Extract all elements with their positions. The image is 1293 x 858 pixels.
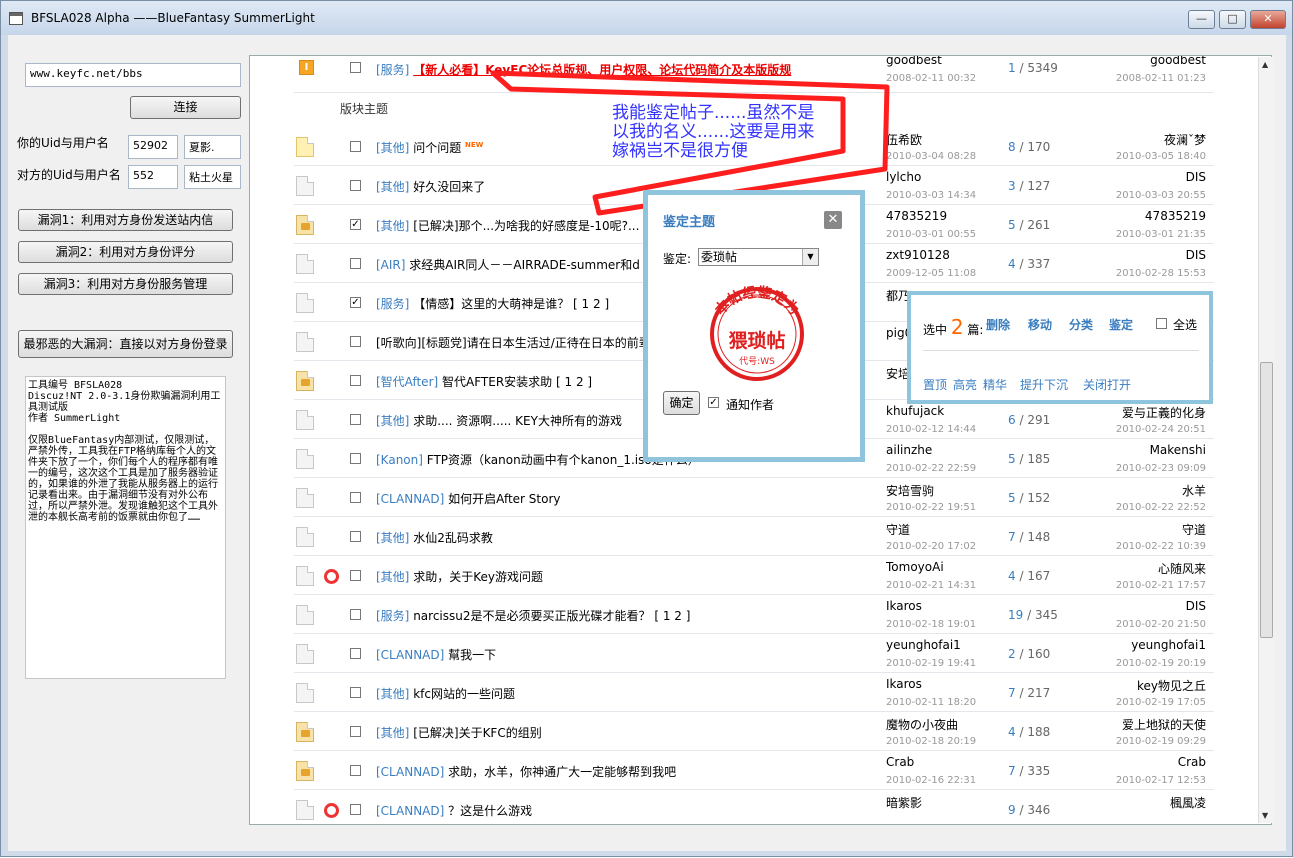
classify-link[interactable]: 分类: [1069, 316, 1093, 333]
close-open-link[interactable]: 关闭打开: [1083, 376, 1131, 393]
pin-link[interactable]: 置顶: [923, 376, 947, 393]
identify-seal-image: 本帖经鉴定为 猥琐帖 代号:WS: [710, 283, 804, 381]
dialog-close-icon[interactable]: ✕: [824, 211, 842, 229]
seal-main-text: 猥琐帖: [728, 329, 785, 352]
annotation-text: 我能鉴定帖子......虽然不是 以我的名义......这要是用来 嫁祸岂不是很…: [612, 104, 814, 161]
selected-prefix: 选中: [923, 323, 948, 337]
identify-link[interactable]: 鉴定: [1109, 316, 1133, 333]
seal-code-text: 代号:WS: [739, 356, 775, 367]
selected-suffix: 篇:: [967, 323, 984, 337]
notify-checkbox[interactable]: ✓: [708, 397, 719, 408]
bump-link[interactable]: 提升下沉: [1020, 376, 1068, 393]
highlight-link[interactable]: 高亮: [953, 376, 977, 393]
select-all-label: 全选: [1173, 318, 1198, 332]
select-all-checkbox[interactable]: [1156, 318, 1167, 329]
identify-label: 鉴定:: [663, 252, 692, 266]
moderation-panel: 选中 2 篇: 删除 移动 分类 鉴定 全选 置顶 高亮 精华 提升下沉 关闭打…: [907, 291, 1213, 404]
selected-count: 选中 2 篇:: [923, 315, 983, 339]
identify-dialog: 鉴定主题 ✕ 鉴定: 委琐帖 ▼ 本帖经鉴定为 猥琐帖 代号:WS 确定 ✓ 通知…: [643, 190, 865, 462]
notify-label: 通知作者: [726, 398, 775, 412]
app-window: BFSLA028 Alpha ——BlueFantasy SummerLight…: [0, 0, 1293, 857]
digest-link[interactable]: 精华: [983, 376, 1007, 393]
dialog-title: 鉴定主题: [663, 215, 716, 230]
annotation-line: 嫁祸岂不是很方便: [612, 141, 748, 161]
identify-value: 委琐帖: [701, 250, 738, 264]
move-link[interactable]: 移动: [1028, 316, 1052, 333]
annotation-line: 我能鉴定帖子......虽然不是: [612, 103, 815, 123]
annotation-line: 以我的名义......这要是用来: [612, 122, 815, 142]
delete-link[interactable]: 删除: [986, 316, 1010, 333]
ok-button[interactable]: 确定: [663, 391, 700, 415]
selected-number: 2: [950, 315, 964, 339]
panel-divider: [923, 350, 1199, 351]
chevron-down-icon[interactable]: ▼: [802, 249, 818, 265]
identify-select[interactable]: 委琐帖 ▼: [698, 248, 819, 266]
